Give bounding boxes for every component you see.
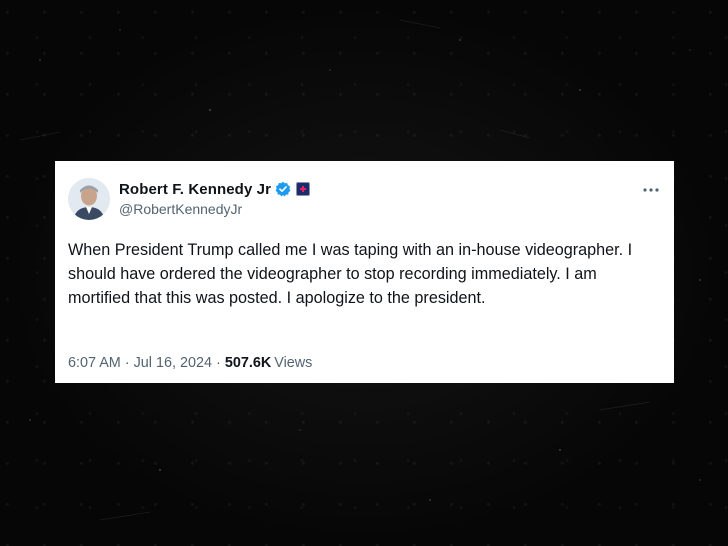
tweet-card: Robert F. Kennedy Jr @RobertKennedyJr Wh… [55,161,674,383]
verified-icon [275,181,291,197]
meta-separator: · [124,355,130,371]
tweet-meta: 6:07 AM · Jul 16, 2024 · 507.6K Views [68,355,312,371]
views-label: Views [274,355,313,371]
author-row: Robert F. Kennedy Jr [119,179,311,199]
display-name[interactable]: Robert F. Kennedy Jr [119,181,271,198]
affiliation-badge-icon[interactable] [296,182,311,196]
meta-separator-2: · [216,355,221,371]
handle[interactable]: @RobertKennedyJr [119,201,242,217]
avatar[interactable] [68,178,110,220]
more-icon[interactable] [641,183,661,195]
tweet-date[interactable]: Jul 16, 2024 [134,355,212,371]
tweet-time[interactable]: 6:07 AM [68,355,121,371]
tweet-text: When President Trump called me I was tap… [68,241,637,307]
views-count[interactable]: 507.6K [225,355,271,371]
